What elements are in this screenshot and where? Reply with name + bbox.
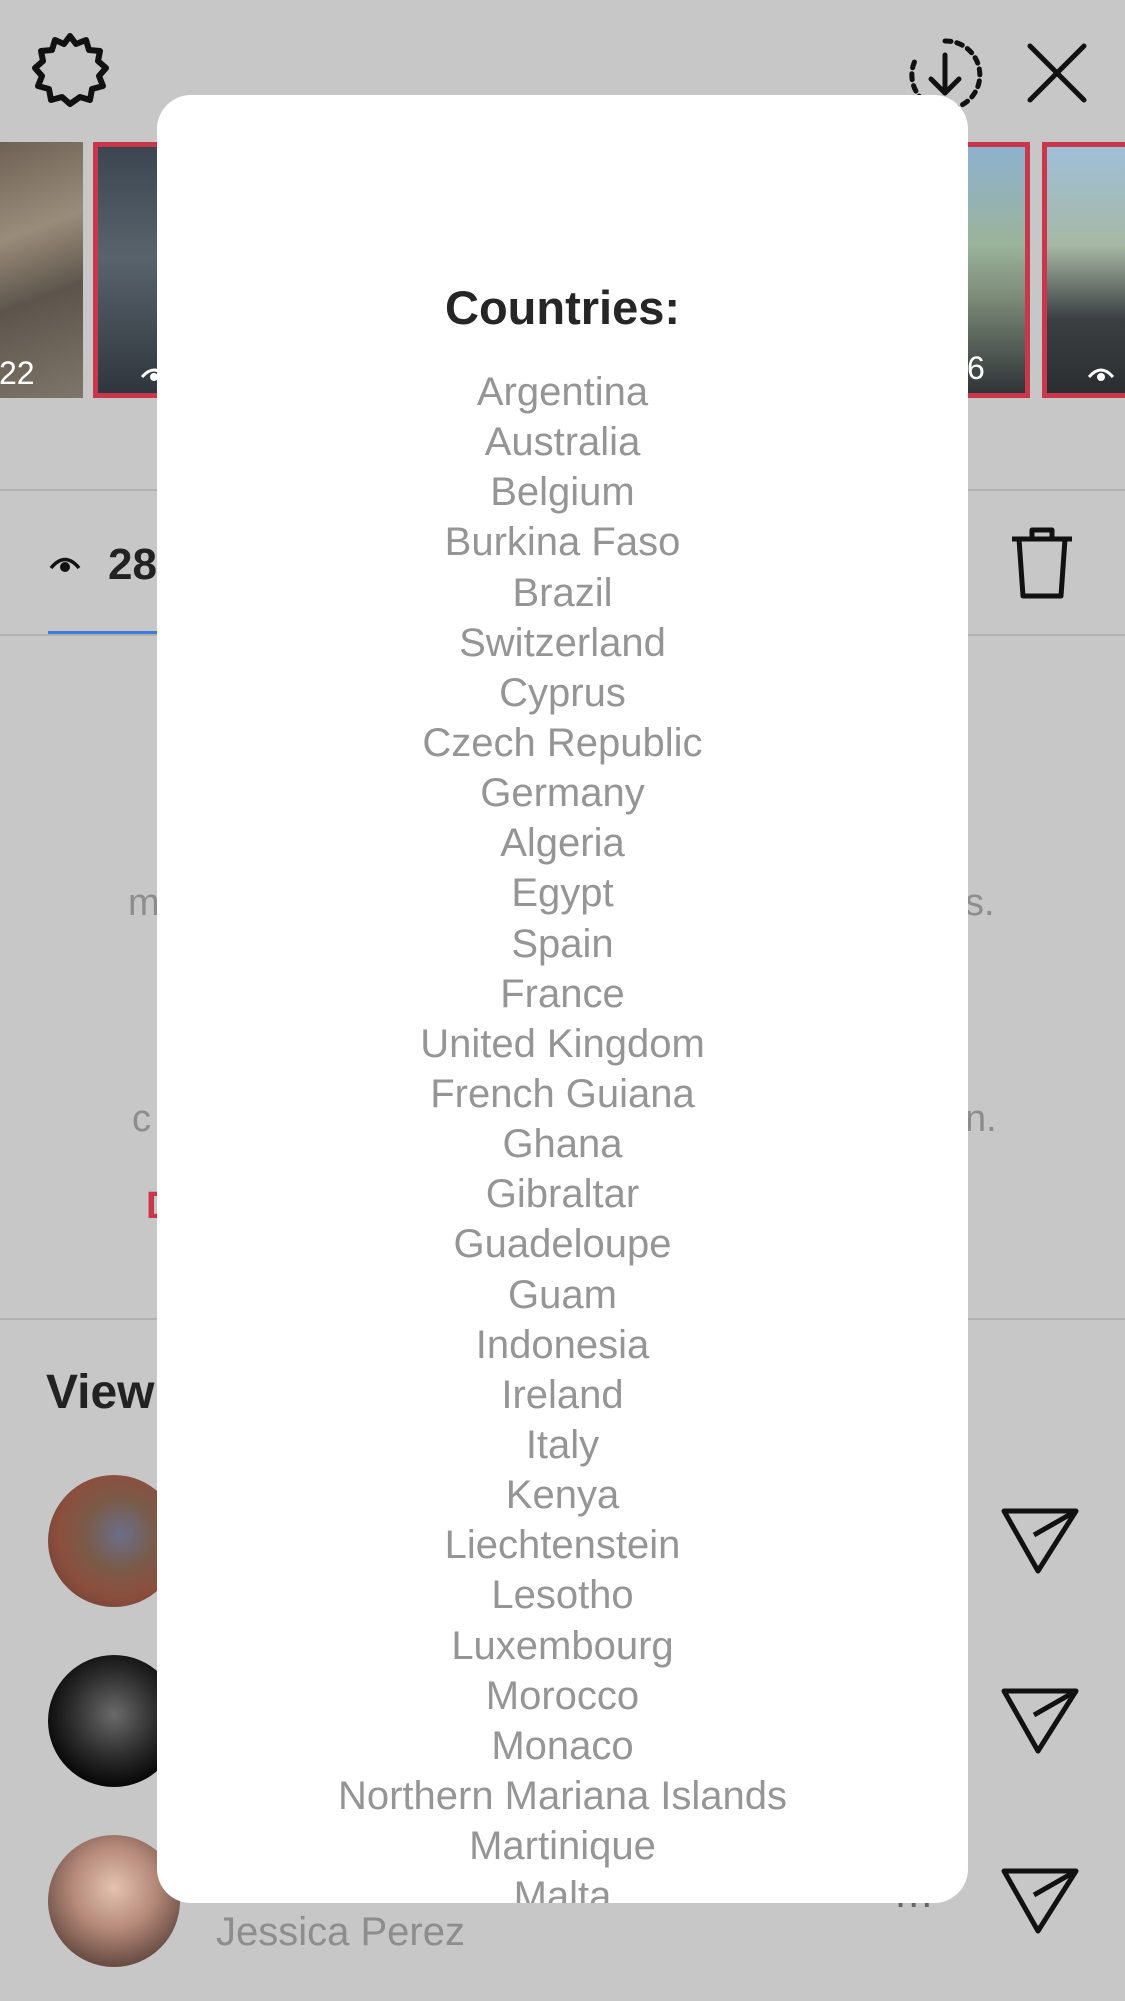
eye-icon	[49, 557, 81, 572]
story-thumbnail[interactable]: 22	[0, 142, 83, 398]
country-item: Brazil	[512, 570, 613, 615]
country-item: Guam	[508, 1272, 617, 1317]
gear-icon[interactable]	[30, 30, 110, 110]
close-icon[interactable]	[1022, 38, 1092, 108]
country-item: Guadeloupe	[453, 1222, 672, 1267]
country-item: Germany	[480, 771, 645, 816]
send-icon[interactable]	[1000, 1865, 1080, 1937]
send-icon[interactable]	[1000, 1685, 1080, 1757]
country-item: Burkina Faso	[444, 520, 681, 565]
country-item: Cyprus	[499, 670, 626, 715]
country-item: Kenya	[505, 1473, 620, 1518]
country-item: Spain	[511, 921, 614, 966]
screen: 22 6 28 m s. c n. D View	[0, 0, 1125, 2001]
country-item: Luxembourg	[451, 1623, 674, 1668]
country-item: Monaco	[491, 1723, 634, 1768]
trash-icon[interactable]	[1008, 525, 1076, 601]
country-item: France	[500, 971, 625, 1016]
viewers-title: View	[46, 1366, 155, 1419]
country-item: Indonesia	[475, 1322, 650, 1367]
modal-title: Countries:	[445, 281, 680, 334]
send-icon[interactable]	[1000, 1505, 1080, 1577]
story-thumbnail[interactable]: 6	[960, 142, 1030, 398]
viewer-name: Jessica Perez	[216, 1910, 465, 1954]
country-item: Martinique	[469, 1824, 656, 1869]
country-item: Czech Republic	[422, 720, 703, 765]
story-thumbnail[interactable]	[93, 142, 163, 398]
country-item: Lesotho	[491, 1573, 634, 1618]
countries-modal[interactable]: Countries: Argentina Australia Belgium Burk…	[157, 95, 968, 1903]
country-item: Malta	[513, 1874, 612, 1903]
country-item: Ireland	[501, 1372, 624, 1417]
background-text: n.	[965, 1098, 997, 1140]
country-item: United Kingdom	[420, 1021, 705, 1066]
country-item: Gibraltar	[485, 1172, 640, 1217]
country-item: Italy	[525, 1422, 600, 1467]
background-text: s.	[965, 882, 995, 924]
background-text: c	[132, 1098, 151, 1140]
country-item: Ghana	[502, 1122, 623, 1167]
background-text: m	[128, 882, 160, 924]
country-item: Egypt	[511, 871, 614, 916]
view-count[interactable]: 28	[108, 540, 157, 590]
country-item: Australia	[484, 420, 641, 465]
thumbnail-view-count: 22	[0, 355, 35, 391]
country-list[interactable]: Argentina Australia Belgium Burkina Faso Bra…	[157, 367, 968, 1903]
country-item: Northern Mariana Islands	[337, 1773, 788, 1818]
country-item: French Guiana	[430, 1071, 695, 1116]
country-item: Morocco	[485, 1673, 640, 1718]
country-item: Switzerland	[459, 620, 666, 665]
country-item: Belgium	[490, 470, 635, 515]
eye-icon	[1087, 368, 1115, 381]
thumbnail-view-count: 6	[967, 350, 985, 386]
story-thumbnail[interactable]	[1042, 142, 1125, 398]
country-item: Liechtenstein	[444, 1523, 681, 1568]
country-item: Algeria	[500, 821, 625, 866]
country-item: Argentina	[476, 370, 649, 414]
